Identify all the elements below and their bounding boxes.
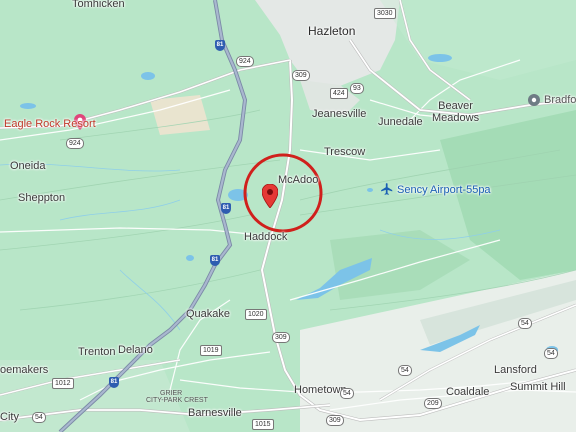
place-mcadoo: McAdoo: [278, 174, 319, 186]
route-shield-i81-south: 81: [109, 377, 119, 388]
place-bradford: Bradford: [544, 94, 576, 106]
place-delano: Delano: [118, 344, 153, 356]
route-shield-54-hometown: 54: [340, 388, 354, 399]
route-shield-924-east: 924: [236, 56, 254, 67]
poi-eagle-rock-resort[interactable]: Eagle Rock Resort: [4, 118, 96, 130]
bradford-pin: [528, 94, 540, 106]
route-shield-924-west: 924: [66, 138, 84, 149]
place-junedale: Junedale: [378, 116, 423, 128]
route-shield-i81-haddock: 81: [210, 255, 220, 266]
poi-sency-airport[interactable]: Sency Airport-55pa: [397, 184, 491, 196]
place-sheppton: Sheppton: [18, 192, 66, 204]
route-shield-1015: 1015: [252, 419, 274, 430]
map-base-layer: [0, 0, 576, 432]
location-pin-icon[interactable]: [262, 184, 278, 208]
place-summit-hill: Summit Hill: [510, 381, 566, 393]
place-quakake: Quakake: [186, 308, 231, 320]
route-shield-1019: 1019: [200, 345, 222, 356]
route-shield-1012: 1012: [52, 378, 74, 389]
route-shield-309-north: 309: [292, 70, 310, 81]
place-barnesville: Barnesville: [188, 407, 242, 419]
map-view[interactable]: Tomhicken Hazleton Jeanesville Junedale …: [0, 0, 576, 432]
place-trescow: Trescow: [324, 146, 366, 158]
route-shield-93: 93: [350, 83, 364, 94]
place-oneida: Oneida: [10, 160, 46, 172]
place-grier: GRIER: [160, 390, 183, 397]
place-trenton: Trenton: [78, 346, 116, 358]
route-shield-i81-north: 81: [215, 40, 225, 51]
place-coaldale: Coaldale: [446, 386, 490, 398]
route-shield-309-south: 309: [272, 332, 290, 343]
place-tomhicken: Tomhicken: [72, 0, 125, 10]
place-city: City: [0, 411, 19, 423]
place-hometown: Hometown: [294, 384, 347, 396]
place-haddock: Haddock: [244, 231, 288, 243]
route-shield-309-bottom: 309: [326, 415, 344, 426]
airplane-icon[interactable]: [380, 182, 394, 196]
place-beaver-meadows: Beaver Meadows: [432, 100, 480, 124]
route-shield-54-east: 54: [518, 318, 532, 329]
route-shield-54-west: 54: [32, 412, 46, 423]
field-area: [150, 95, 210, 135]
place-jeanesville: Jeanesville: [312, 108, 367, 120]
place-park-crest: CITY-PARK CREST: [146, 397, 208, 404]
route-shield-424: 424: [330, 88, 348, 99]
route-shield-i81-mcadoo: 81: [221, 203, 231, 214]
place-hazleton: Hazleton: [308, 24, 356, 38]
route-shield-3030: 3030: [374, 8, 396, 19]
route-shield-1020: 1020: [245, 309, 267, 320]
route-shield-54-lansford: 54: [544, 348, 558, 359]
route-shield-209: 209: [424, 398, 442, 409]
route-shield-54-coaldale: 54: [398, 365, 412, 376]
place-lansford: Lansford: [494, 364, 537, 376]
place-shoemakers: oemakers: [0, 364, 49, 376]
